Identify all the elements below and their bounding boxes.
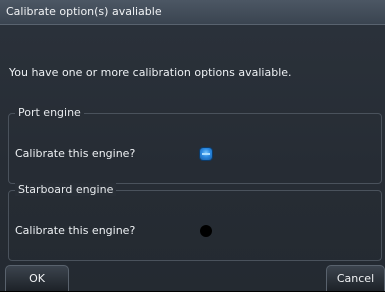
starboard-calibrate-checkbox[interactable] [200, 225, 212, 237]
port-engine-group: Port engine Calibrate this engine? [8, 106, 382, 184]
dialog-titlebar: Calibrate option(s) avaliable [0, 0, 385, 25]
starboard-calibrate-label: Calibrate this engine? [15, 224, 136, 237]
ok-button[interactable]: OK [5, 265, 69, 291]
dialog-message: You have one or more calibration options… [9, 66, 292, 79]
dialog-title: Calibrate option(s) avaliable [6, 5, 162, 18]
starboard-engine-group: Starboard engine Calibrate this engine? [8, 183, 382, 261]
cancel-button[interactable]: Cancel [326, 265, 385, 291]
calibration-dialog: Calibrate option(s) avaliable You have o… [0, 0, 385, 291]
port-calibrate-label: Calibrate this engine? [15, 147, 136, 160]
port-calibrate-checkbox[interactable] [200, 148, 212, 160]
starboard-engine-legend: Starboard engine [15, 183, 117, 196]
port-engine-legend: Port engine [15, 106, 84, 119]
